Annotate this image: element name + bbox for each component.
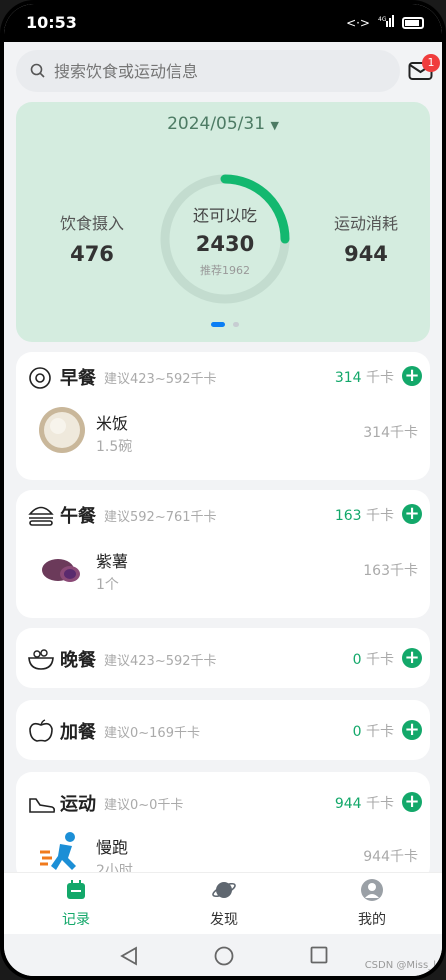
meal-card-lunch: 午餐 建议592~761千卡 163 千卡 + 紫薯 1个 163千卡 [16, 490, 430, 618]
date-label: 2024/05/31 [167, 114, 266, 134]
recents-icon[interactable] [310, 946, 328, 964]
meal-card-breakfast: 早餐 建议423~592千卡 314 千卡 + 米饭 1.5碗 314千卡 [16, 352, 430, 480]
add-snack-button[interactable]: + [402, 720, 422, 740]
list-item[interactable]: 米饭 1.5碗 314千卡 [16, 402, 430, 466]
signal-icon: 4G [378, 15, 394, 30]
date-picker[interactable]: 2024/05/31 ▼ [16, 114, 430, 134]
planet-icon [212, 882, 236, 898]
bowl-icon [28, 649, 54, 670]
search-bar[interactable] [16, 50, 400, 92]
tab-discover[interactable]: 发现 [184, 879, 264, 929]
watermark: CSDN @Miss_l [364, 960, 436, 971]
add-lunch-button[interactable]: + [402, 504, 422, 524]
back-icon[interactable] [120, 946, 138, 966]
add-breakfast-button[interactable]: + [402, 366, 422, 386]
status-bar: 10:53 <·> 4G [4, 4, 442, 42]
remaining-stat: 还可以吃 2430 推荐1962 [192, 206, 257, 277]
svg-text:4G: 4G [378, 16, 387, 23]
add-dinner-button[interactable]: + [402, 648, 422, 668]
hotspot-icon: <·> [346, 15, 370, 30]
unread-badge: 1 [422, 54, 440, 72]
clock: 10:53 [26, 13, 77, 32]
tab-records[interactable]: 记录 [36, 879, 116, 929]
battery-icon [402, 16, 424, 29]
page-indicator [211, 322, 239, 327]
system-nav-bar: CSDN @Miss_l [4, 934, 442, 976]
apple-icon [29, 719, 53, 742]
dropdown-icon: ▼ [270, 119, 279, 132]
avatar-icon [361, 879, 383, 901]
meal-card-exercise: 运动 建议0~0千卡 944 千卡 + 慢跑 2小时 944千卡 [16, 772, 430, 882]
running-icon [40, 832, 76, 870]
tab-profile[interactable]: 我的 [332, 879, 412, 929]
app-screen: 10:53 <·> 4G 1 2024/05/31 ▼ 饮食摄入 476 [4, 4, 442, 976]
message-button[interactable]: 1 [408, 54, 440, 82]
purple-sweet-potato-image [42, 559, 80, 582]
search-input[interactable] [54, 59, 384, 83]
bottom-nav: 记录 发现 我的 [4, 872, 442, 934]
search-icon [30, 63, 45, 78]
burger-icon [28, 506, 54, 526]
shoe-icon [29, 798, 56, 813]
list-item[interactable]: 紫薯 1个 163千卡 [16, 540, 430, 604]
home-icon[interactable] [214, 946, 234, 966]
burn-stat: 运动消耗 944 [333, 214, 398, 266]
calendar-icon [67, 880, 85, 899]
phone-frame: 10:53 <·> 4G 1 2024/05/31 ▼ 饮食摄入 476 [0, 0, 446, 980]
rice-image [39, 407, 85, 453]
meal-card-snack: 加餐 建议0~169千卡 0 千卡 + [16, 700, 430, 760]
meal-card-dinner: 晚餐 建议423~592千卡 0 千卡 + [16, 628, 430, 688]
intake-stat: 饮食摄入 476 [59, 214, 124, 266]
add-exercise-button[interactable]: + [402, 792, 422, 812]
egg-icon [29, 367, 51, 389]
daily-summary-card[interactable]: 2024/05/31 ▼ 饮食摄入 476 还可以吃 2430 推荐1962 运… [16, 102, 430, 342]
